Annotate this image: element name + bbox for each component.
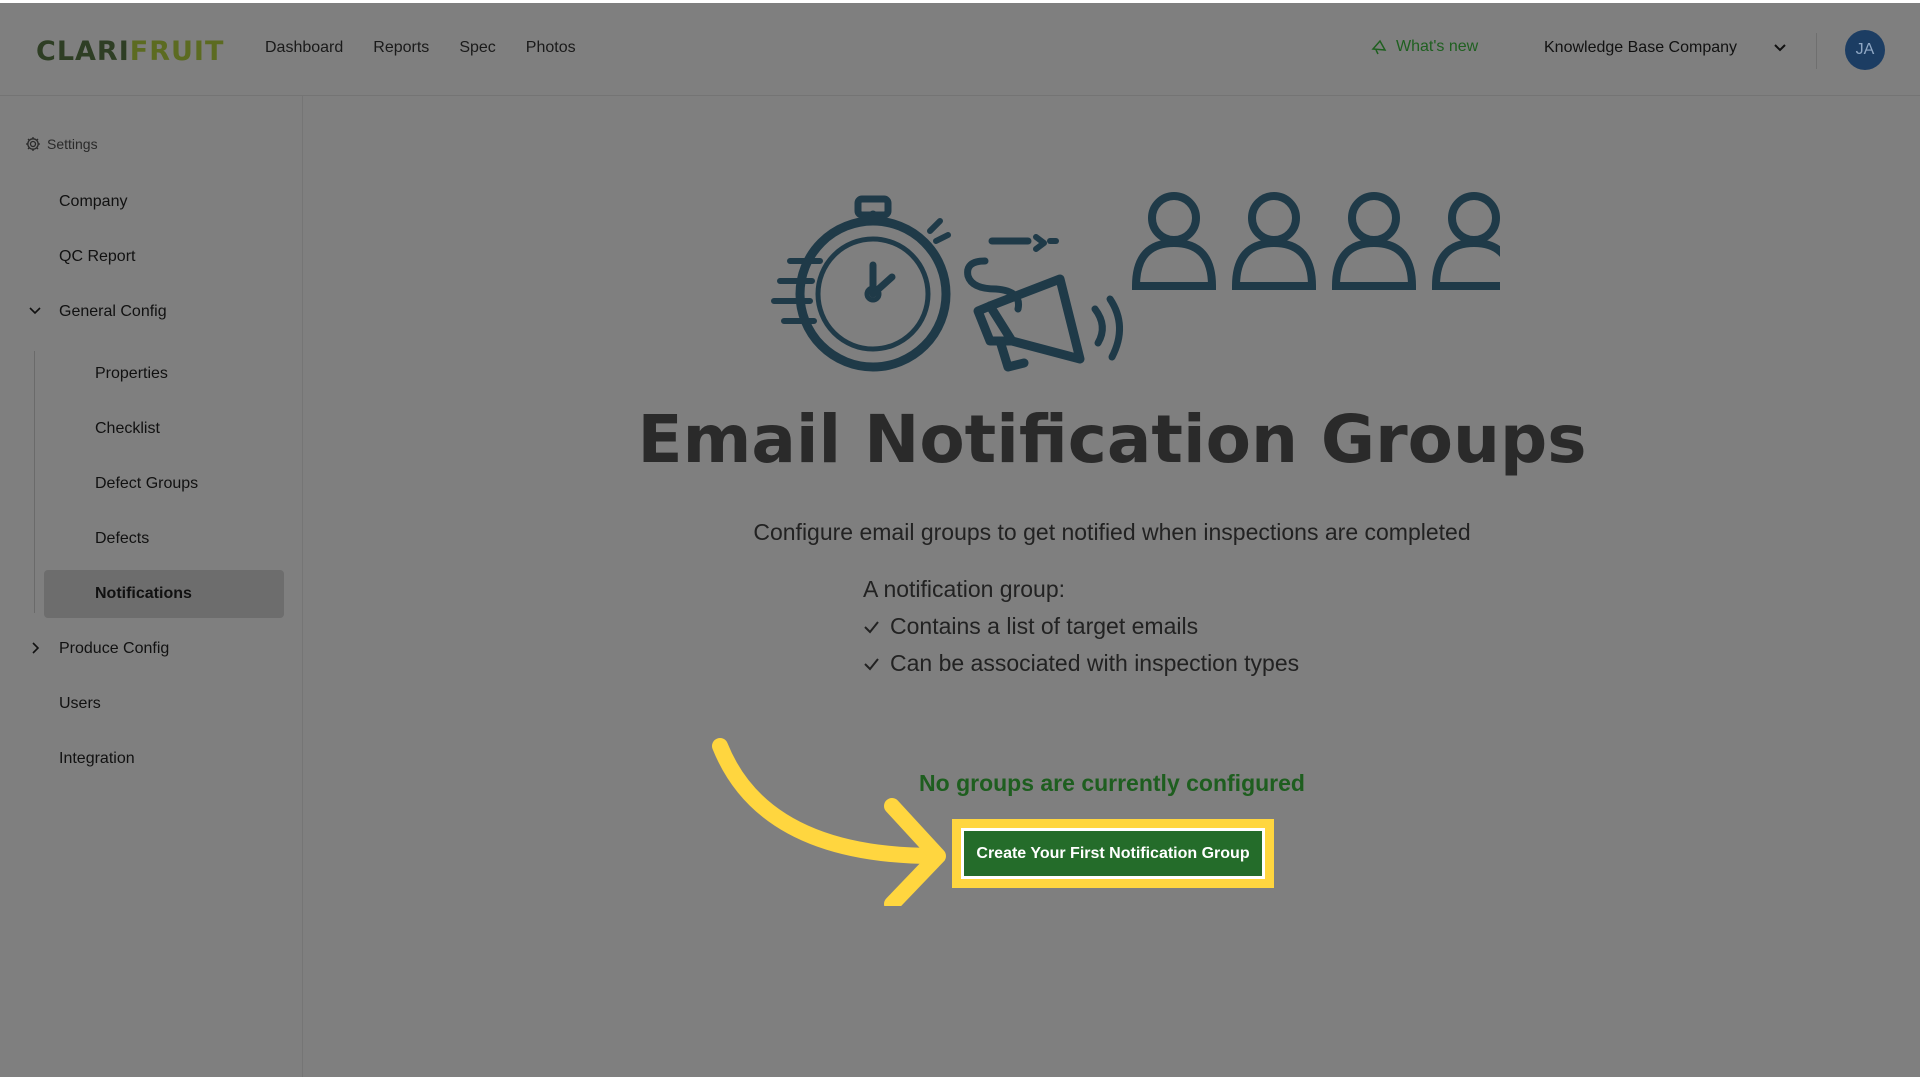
page-title: Email Notification Groups: [637, 401, 1587, 478]
sidebar-item-label: Users: [59, 695, 101, 712]
clarifruit-logo[interactable]: CLARI FRUIT: [36, 33, 224, 69]
feature-text: Can be associated with inspection types: [890, 650, 1300, 676]
sidebar-item-checklist[interactable]: Checklist: [0, 405, 303, 453]
sidebar-item-label: Integration: [59, 750, 135, 767]
settings-label: Settings: [47, 136, 98, 152]
main-nav: Dashboard Reports Spec Photos: [265, 39, 576, 57]
users-group-icon: [1131, 192, 1500, 290]
create-notification-group-button[interactable]: Create Your First Notification Group: [961, 828, 1265, 879]
top-bar: CLARI FRUIT Dashboard Reports Spec Photos…: [0, 3, 1920, 96]
check-icon: [864, 620, 879, 633]
sidebar-item-label: Defect Groups: [95, 475, 199, 492]
chevron-right-icon: [32, 642, 40, 654]
sidebar-item-label: Properties: [95, 365, 168, 382]
list-item: Contains a list of target emails: [863, 613, 1299, 640]
nav-reports[interactable]: Reports: [373, 39, 429, 57]
sidebar-item-qc-report[interactable]: QC Report: [0, 233, 303, 281]
nav-photos[interactable]: Photos: [526, 39, 576, 57]
sidebar-item-general-config[interactable]: General Config: [0, 288, 303, 336]
sidebar-item-defects[interactable]: Defects: [0, 515, 303, 563]
feature-heading: A notification group:: [863, 576, 1066, 602]
arrow-annotation-icon: [712, 738, 946, 906]
logo-text-2: FRUIT: [129, 35, 225, 67]
feature-list: A notification group: Contains a list of…: [863, 576, 1299, 687]
notification-hero-illustration: [771, 192, 1500, 372]
sidebar-item-label: Produce Config: [59, 640, 170, 657]
empty-state-message: No groups are currently configured: [919, 770, 1305, 796]
chevron-down-icon: [29, 307, 41, 315]
settings-sidebar: Settings Company QC Report General Confi…: [0, 96, 303, 1077]
sidebar-item-label: Checklist: [95, 420, 160, 437]
nav-spec[interactable]: Spec: [459, 39, 495, 57]
page-subtitle: Configure email groups to get notified w…: [753, 519, 1471, 545]
settings-heading: Settings: [25, 136, 98, 152]
megaphone-icon: [1371, 39, 1387, 55]
sidebar-item-users[interactable]: Users: [0, 680, 303, 728]
list-item: Can be associated with inspection types: [863, 650, 1299, 677]
whats-new-label: What's new: [1396, 38, 1479, 55]
sidebar-item-label: Defects: [95, 530, 150, 547]
header-divider: [1816, 33, 1817, 69]
nav-dashboard[interactable]: Dashboard: [265, 39, 343, 57]
cta-highlight: Create Your First Notification Group: [952, 819, 1274, 888]
chevron-down-icon: [1774, 44, 1786, 52]
whats-new-link[interactable]: What's new: [1370, 38, 1478, 56]
sidebar-item-label: Notifications: [95, 585, 192, 602]
logo-text-1: CLARI: [36, 35, 130, 67]
company-selector[interactable]: Knowledge Base Company: [1544, 39, 1787, 57]
company-name: Knowledge Base Company: [1544, 39, 1738, 56]
sidebar-item-label: General Config: [59, 303, 167, 320]
sidebar-item-notifications[interactable]: Notifications: [44, 570, 284, 618]
check-icon: [864, 657, 879, 670]
app-screen: CLARI FRUIT Dashboard Reports Spec Photos…: [0, 3, 1920, 1077]
sidebar-item-label: Company: [59, 193, 128, 210]
user-avatar[interactable]: JA: [1845, 30, 1885, 70]
sidebar-item-defect-groups[interactable]: Defect Groups: [0, 460, 303, 508]
sidebar-item-produce-config[interactable]: Produce Config: [0, 625, 303, 673]
feature-text: Contains a list of target emails: [890, 613, 1199, 639]
sidebar-item-company[interactable]: Company: [0, 178, 303, 226]
main-content: Email Notification Groups Configure emai…: [304, 96, 1920, 1077]
gear-icon: [26, 137, 40, 151]
sidebar-item-label: QC Report: [59, 248, 136, 265]
sidebar-item-properties[interactable]: Properties: [0, 350, 303, 398]
megaphone-icon: [964, 234, 1124, 372]
stopwatch-icon: [771, 195, 951, 372]
sidebar-item-integration[interactable]: Integration: [0, 735, 303, 783]
